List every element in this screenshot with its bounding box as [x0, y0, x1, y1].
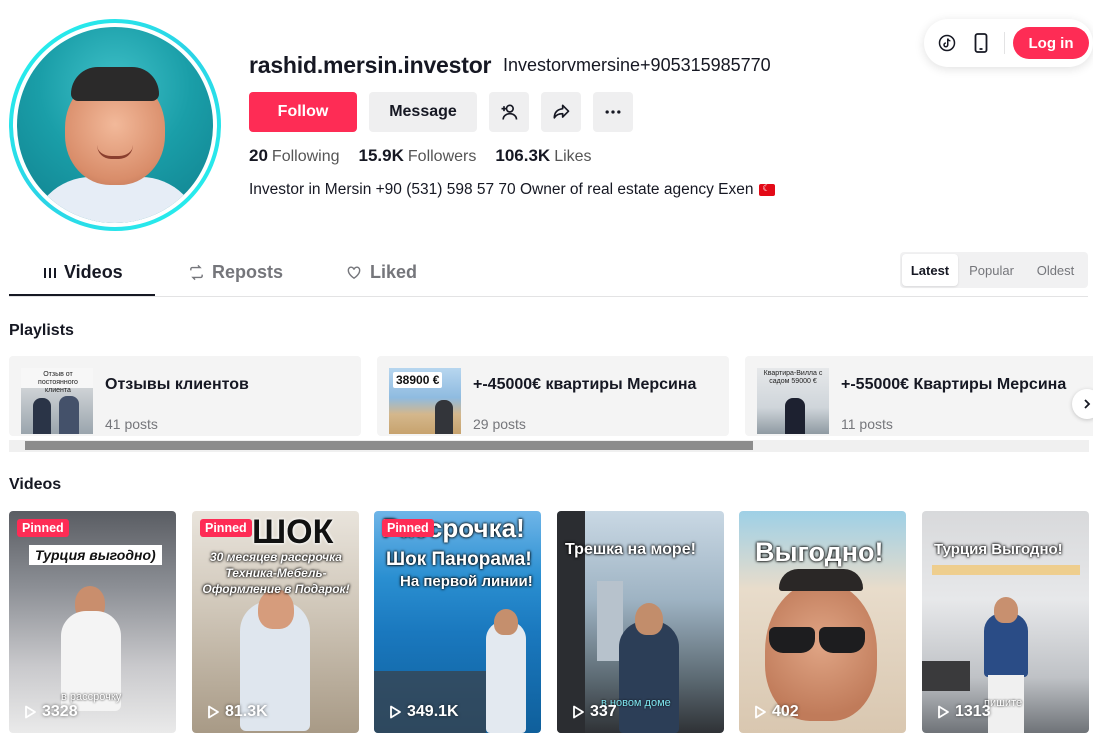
mobile-phone-icon[interactable] — [970, 32, 992, 54]
sort-oldest[interactable]: Oldest — [1025, 254, 1086, 286]
suggested-accounts-button[interactable] — [489, 92, 529, 132]
pinned-badge: Pinned — [17, 519, 69, 537]
playlist-title: Отзывы клиентов — [105, 376, 249, 393]
sort-popular[interactable]: Popular — [958, 254, 1025, 286]
view-count: 3328 — [23, 703, 78, 721]
video-card[interactable]: Турция выгодно) Pinned в рассрочку 3328 — [9, 511, 176, 733]
playlist-post-count: 29 posts — [473, 416, 526, 432]
playlist-card[interactable]: 38900 € +-45000€ квартиры Мерсина 29 pos… — [377, 356, 729, 436]
pinned-badge: Pinned — [200, 519, 252, 537]
profile-avatar-ring — [9, 19, 221, 231]
avatar[interactable] — [17, 27, 213, 223]
playlist-thumbnail: Отзыв от постоянного клиента — [21, 368, 93, 434]
active-tab-indicator — [9, 294, 155, 296]
video-overlay-subtext: Шок Панорама! — [386, 549, 532, 570]
playlist-scrollbar[interactable] — [9, 440, 1089, 452]
likes-stat: 106.3K Likes — [495, 146, 592, 165]
sort-latest[interactable]: Latest — [902, 254, 958, 286]
following-stat[interactable]: 20 Following — [249, 146, 340, 166]
heart-lock-icon — [347, 266, 361, 280]
turkey-flag-icon — [759, 183, 776, 196]
view-count: 81.3K — [206, 703, 268, 721]
video-overlay-subtext: На первой линии! — [400, 573, 533, 590]
playlist-post-count: 41 posts — [105, 416, 158, 432]
video-overlay-subtext: 30 месяцев рассрочка Техника-Мебель- Офо… — [202, 550, 350, 596]
share-button[interactable] — [541, 92, 581, 132]
video-card[interactable]: Выгодно! 402 — [739, 511, 906, 733]
repost-icon — [190, 264, 203, 281]
view-count: 337 — [571, 703, 617, 721]
playlist-card[interactable]: Отзыв от постоянного клиента Отзывы клие… — [9, 356, 361, 436]
view-count: 349.1K — [388, 703, 459, 721]
play-icon — [390, 705, 401, 719]
view-count: 1313 — [936, 703, 991, 721]
pinned-badge: Pinned — [382, 519, 434, 537]
play-icon — [755, 705, 766, 719]
add-user-icon — [501, 104, 518, 120]
profile-nickname: Investorvmersine+905315985770 — [503, 55, 771, 75]
profile-stats: 20 Following 15.9K Followers 106.3K Likes — [249, 146, 592, 166]
playlist-title: +-55000€ Квартиры Мерсина — [841, 376, 1067, 393]
top-action-bar: Log in — [924, 19, 1093, 67]
playlist-post-count: 11 posts — [841, 416, 893, 432]
play-icon — [938, 705, 949, 719]
video-overlay-text: ШОК — [252, 513, 334, 551]
more-dots-icon — [605, 110, 621, 114]
playlists-carousel: Отзыв от постоянного клиента Отзывы клие… — [9, 356, 1093, 452]
video-caption: в рассрочку — [61, 691, 122, 703]
video-card[interactable]: Турция Выгодно! пишите 1313 — [922, 511, 1089, 733]
play-icon — [573, 705, 584, 719]
more-options-button[interactable] — [593, 92, 633, 132]
content-tabs: Videos Reposts Liked Latest Popular Olde… — [9, 252, 1088, 297]
pill-divider — [1004, 32, 1005, 54]
video-card[interactable]: ШОК 30 месяцев рассрочка Техника-Мебель-… — [192, 511, 359, 733]
video-card[interactable]: Трешка на море! в новом доме 337 — [557, 511, 724, 733]
sort-toggle: Latest Popular Oldest — [900, 252, 1088, 288]
video-overlay-text: Турция выгодно) — [29, 545, 162, 565]
playlist-card[interactable]: Квартира-Вилла с садом 59000 € +-55000€ … — [745, 356, 1093, 436]
chevron-right-icon — [1084, 399, 1091, 409]
videos-heading: Videos — [9, 476, 62, 493]
bio-text: Investor in Mersin +90 (531) 598 57 70 O… — [249, 181, 754, 198]
follow-button[interactable]: Follow — [249, 92, 357, 132]
tab-videos[interactable]: Videos — [43, 262, 123, 283]
view-count: 402 — [753, 703, 799, 721]
grid-bars-icon — [44, 267, 56, 278]
profile-bio: Investor in Mersin +90 (531) 598 57 70 O… — [249, 181, 776, 199]
video-overlay-text: Турция Выгодно! — [934, 541, 1063, 558]
share-icon — [553, 104, 570, 119]
playlists-heading: Playlists — [9, 322, 74, 339]
tab-liked[interactable]: Liked — [345, 262, 417, 283]
video-overlay-text: Трешка на море! — [565, 541, 696, 558]
playlist-title: +-45000€ квартиры Мерсина — [473, 376, 697, 393]
playlist-thumbnail: 38900 € — [389, 368, 461, 434]
followers-stat[interactable]: 15.9K Followers — [359, 146, 477, 166]
play-icon — [208, 705, 219, 719]
scrollbar-thumb[interactable] — [25, 441, 753, 450]
profile-actions: Follow Message — [249, 92, 633, 132]
video-overlay-text: Выгодно! — [755, 537, 884, 567]
video-card[interactable]: Рассрочка! Шок Панорама! На первой линии… — [374, 511, 541, 733]
tiktok-logo-icon[interactable] — [936, 32, 958, 54]
profile-username: rashid.mersin.investor — [249, 52, 492, 78]
login-button[interactable]: Log in — [1013, 27, 1089, 59]
play-icon — [25, 705, 36, 719]
message-button[interactable]: Message — [369, 92, 477, 132]
tab-reposts[interactable]: Reposts — [188, 262, 283, 283]
playlist-thumbnail: Квартира-Вилла с садом 59000 € — [757, 368, 829, 434]
